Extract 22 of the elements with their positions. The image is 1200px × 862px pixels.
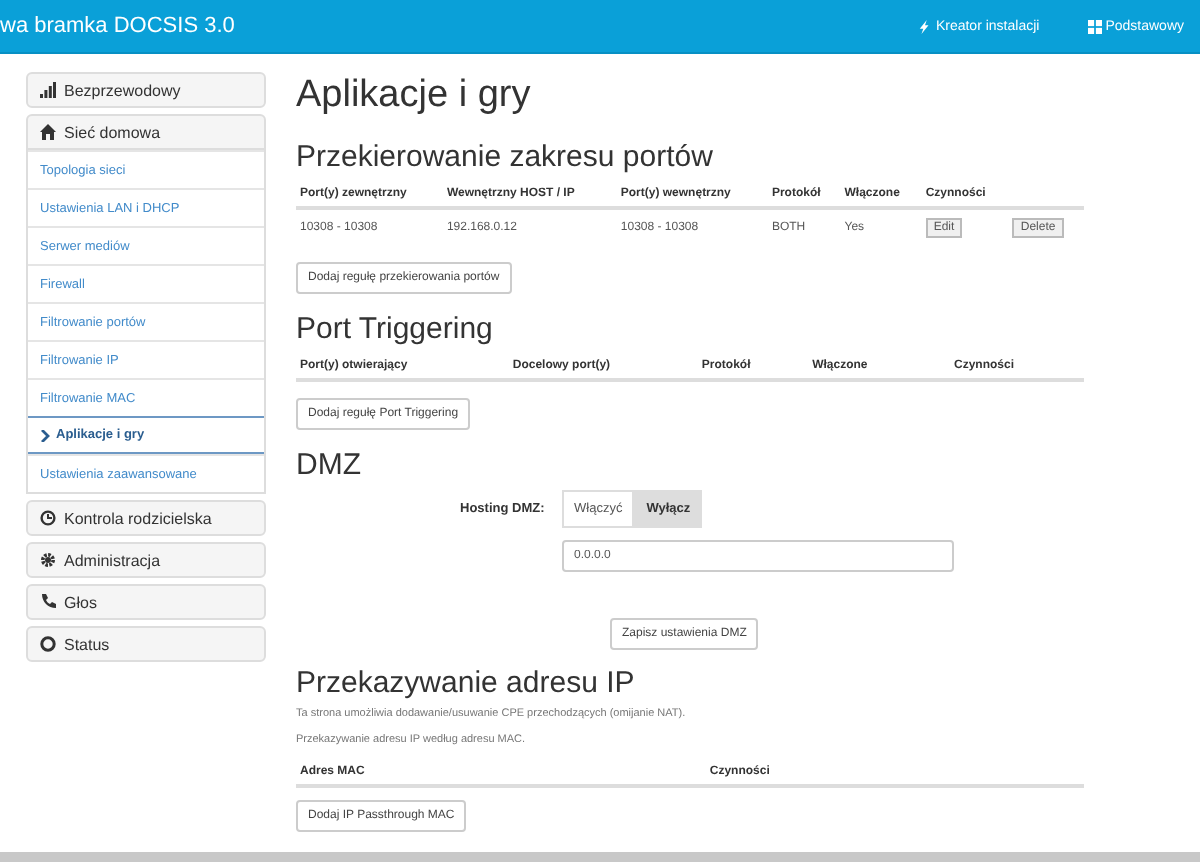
page-title: Aplikacje i gry <box>296 74 533 118</box>
signal-bars-icon <box>40 82 56 98</box>
section-title: Przekazywanie adresu IP <box>296 666 637 700</box>
scrollbar[interactable] <box>0 852 1200 862</box>
sidebar-group[interactable]: Bezprzewodowy <box>26 72 266 108</box>
sidebar-group[interactable]: Kontrola rodzicielska <box>26 500 266 536</box>
home-icon <box>40 124 56 140</box>
clock-icon <box>40 510 56 526</box>
phone-icon <box>40 594 56 610</box>
section-title: Przekierowanie zakresu portów <box>296 140 715 174</box>
grid-icon <box>1087 19 1102 33</box>
section-title: Port Triggering <box>296 312 495 346</box>
sidebar-group[interactable]: Status <box>26 626 266 662</box>
circle-icon <box>40 636 56 652</box>
sidebar-group[interactable]: Administracja <box>26 542 266 578</box>
section-title: DMZ <box>296 448 363 482</box>
sidebar-group[interactable]: Sieć domowa <box>26 114 266 150</box>
lightning-icon <box>917 19 932 33</box>
settings-icon <box>40 552 56 568</box>
sidebar-group[interactable]: Głos <box>26 584 266 620</box>
chevron-icon <box>40 429 50 441</box>
app-title: wa bramka DOCSIS 3.0 <box>0 14 237 38</box>
